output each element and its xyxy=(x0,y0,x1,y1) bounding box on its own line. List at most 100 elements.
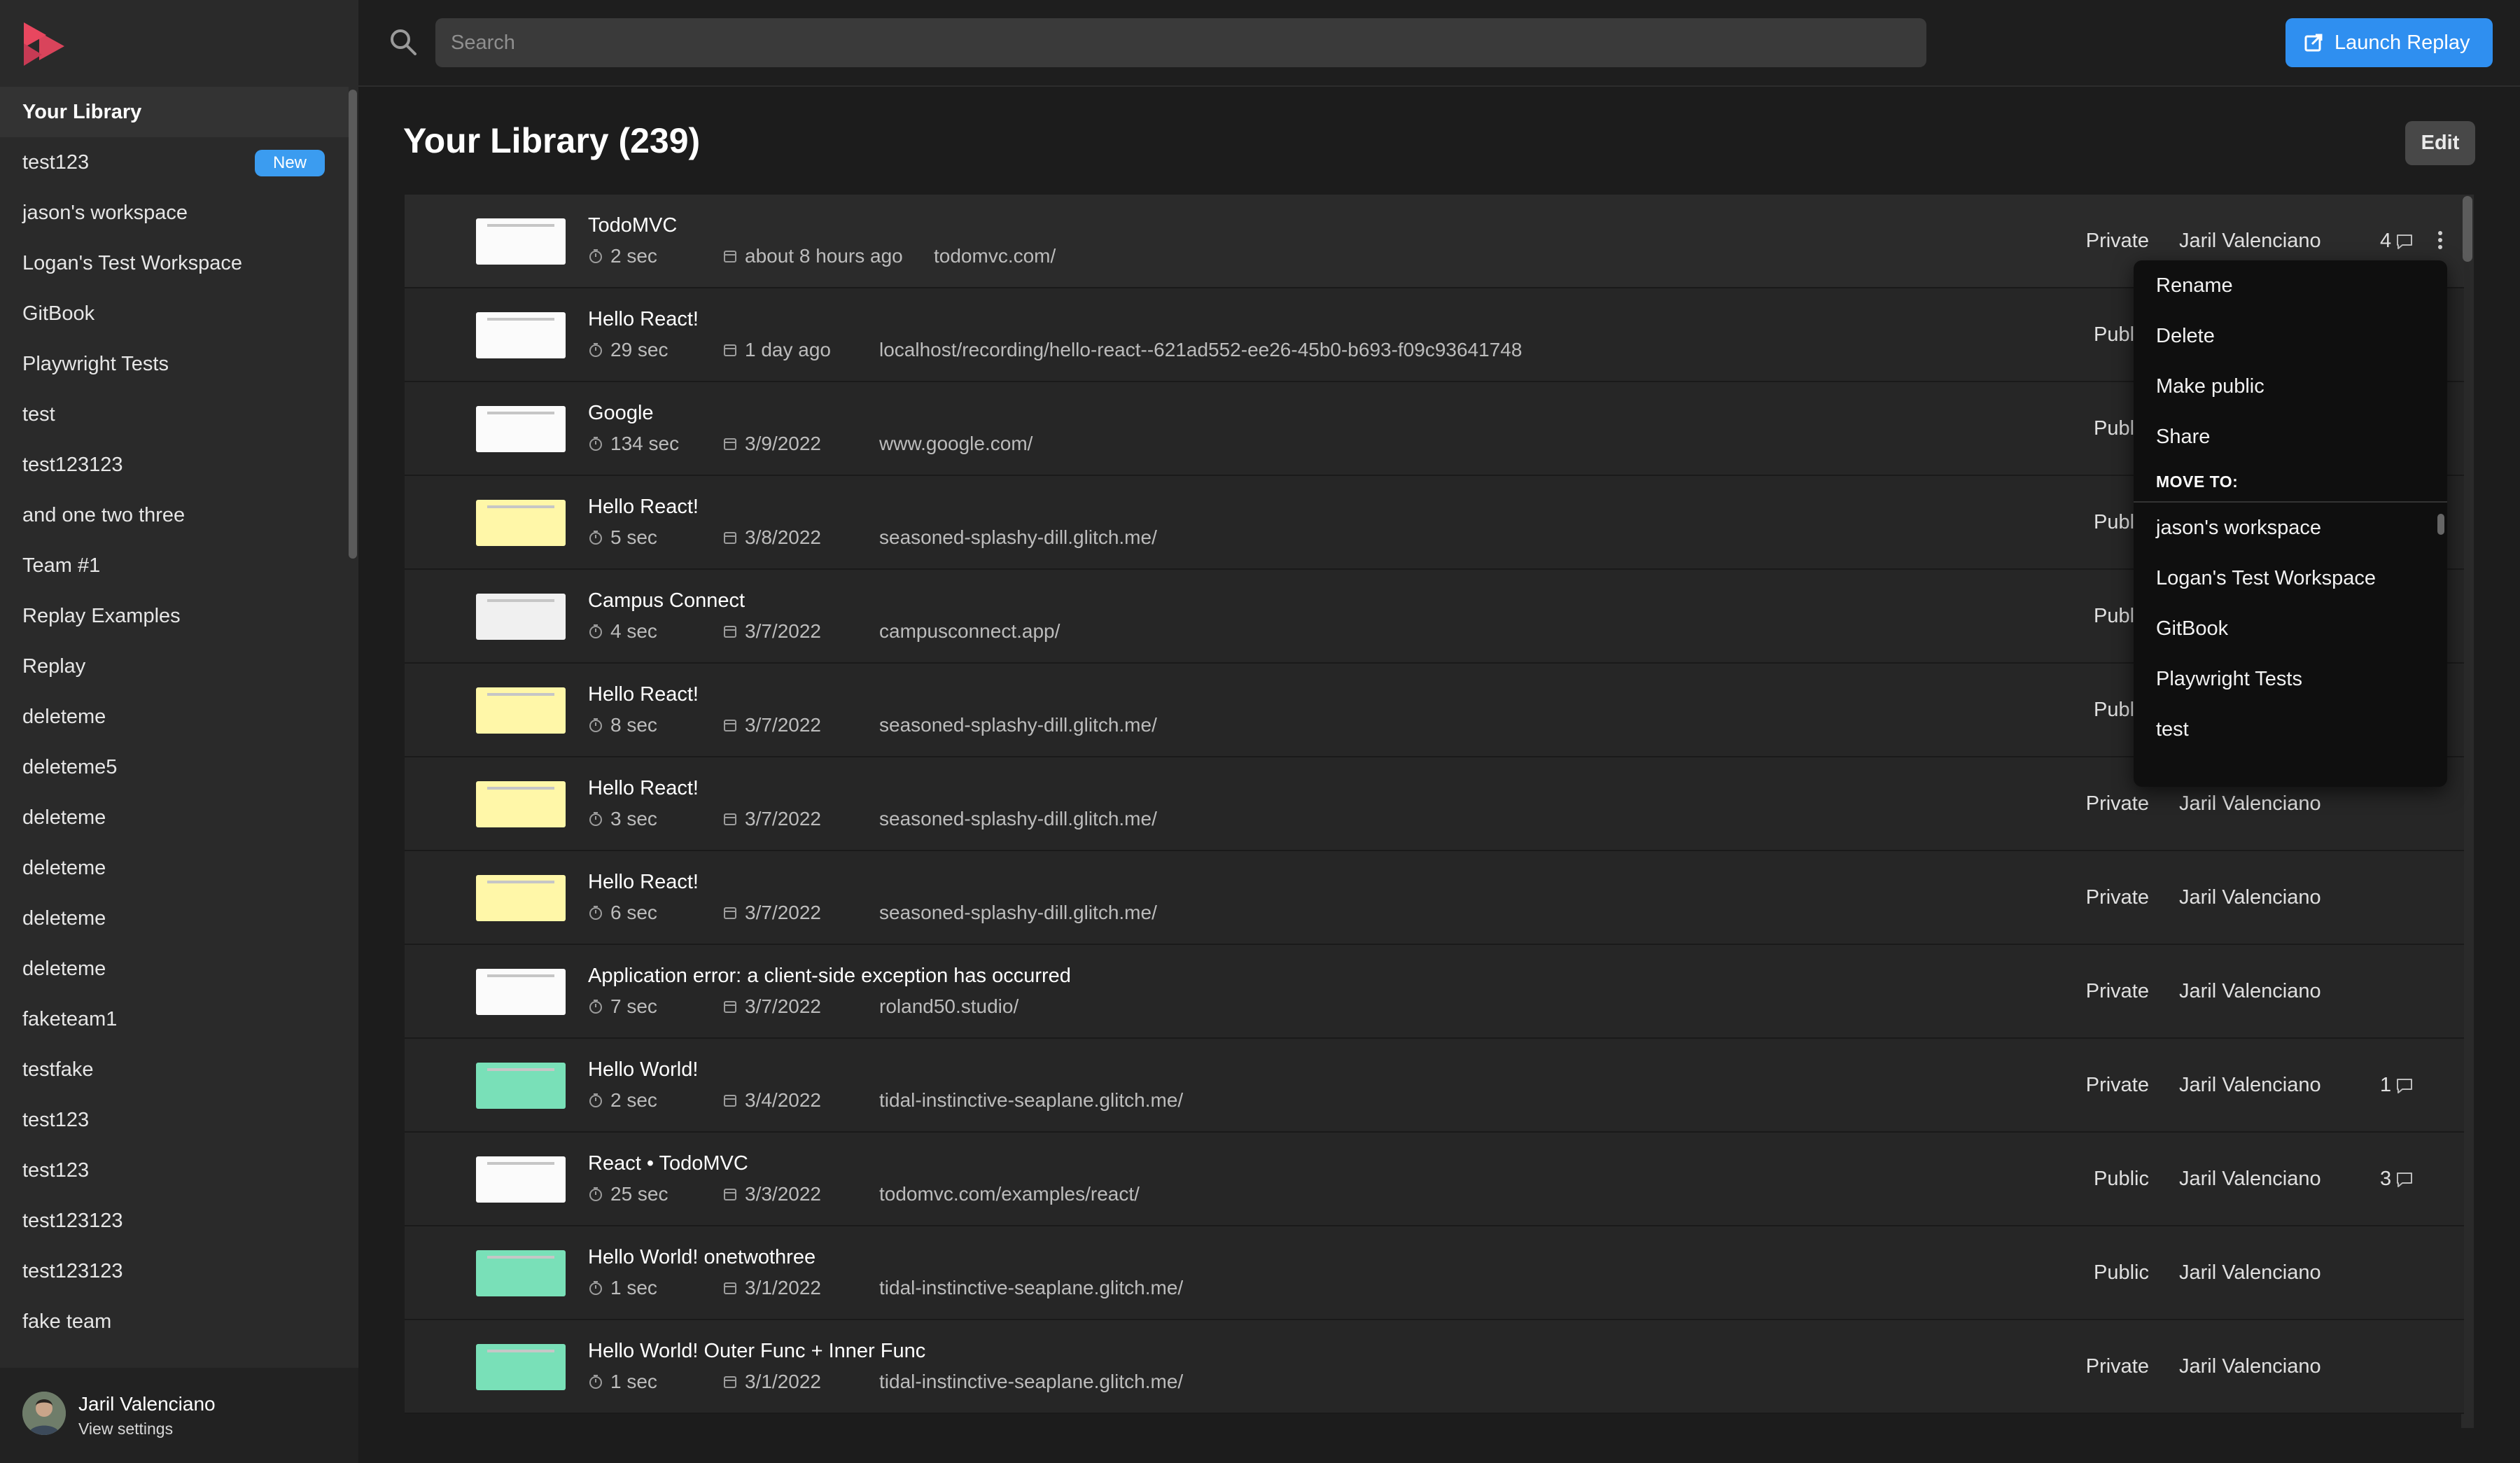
recording-thumbnail xyxy=(476,1063,566,1109)
recording-url: tidal-instinctive-seaplane.glitch.me/ xyxy=(879,1371,1184,1392)
sidebar-item[interactable]: jason's workspace xyxy=(0,188,349,238)
recording-title[interactable]: Hello React! xyxy=(588,871,699,894)
sidebar-item-label: deleteme xyxy=(22,906,106,930)
duration-text: 7 sec xyxy=(610,995,657,1017)
more-options-icon[interactable] xyxy=(2433,228,2447,252)
page-title: Your Library (239) xyxy=(403,121,701,160)
sidebar-item-label: Replay xyxy=(22,654,86,678)
sidebar-item[interactable]: deleteme xyxy=(0,944,349,994)
recording-title[interactable]: Hello React! xyxy=(588,683,699,706)
menu-item-move-target[interactable]: Playwright Tests xyxy=(2134,654,2447,704)
recording-title[interactable]: Campus Connect xyxy=(588,589,745,612)
recording-thumbnail xyxy=(476,875,566,921)
owner-name: Jaril Valenciano xyxy=(2179,1261,2321,1284)
privacy-label: Private xyxy=(2085,1074,2149,1096)
recording-row[interactable]: Application error: a client-side excepti… xyxy=(405,945,2464,1039)
sidebar-item[interactable]: fake team xyxy=(0,1296,349,1347)
sidebar-item-label: test123123 xyxy=(22,1259,123,1282)
sidebar-item-label: and one two three xyxy=(22,503,186,526)
calendar-icon xyxy=(724,1095,736,1107)
recording-url: seasoned-splashy-dill.glitch.me/ xyxy=(879,902,1157,923)
recording-title[interactable]: Google xyxy=(588,402,654,425)
menu-item-action[interactable]: Share xyxy=(2134,412,2447,462)
sidebar-item-label: deleteme5 xyxy=(22,755,118,778)
sidebar-item-label: Your Library xyxy=(22,100,142,123)
recording-row[interactable]: Hello World! onetwothree 1 sec 3/1/2022 tid… xyxy=(405,1226,2464,1320)
sidebar-item[interactable]: test xyxy=(0,389,349,440)
sidebar-nav: Your Library test123 New jason's workspace L… xyxy=(0,87,349,1368)
list-scrollbar[interactable] xyxy=(2463,196,2472,262)
recording-duration: 134 sec xyxy=(588,433,679,455)
recording-title[interactable]: Hello React! xyxy=(588,777,699,800)
sidebar-item[interactable]: test123 New xyxy=(0,137,349,188)
menu-item-action[interactable]: Delete xyxy=(2134,311,2447,361)
user-area[interactable]: Jaril Valenciano View settings xyxy=(0,1368,358,1463)
replay-logo[interactable] xyxy=(21,20,67,69)
sidebar-item[interactable]: deleteme xyxy=(0,843,349,893)
recording-title[interactable]: Application error: a client-side excepti… xyxy=(588,965,1071,988)
sidebar-item[interactable]: Your Library xyxy=(0,87,349,137)
sidebar-item[interactable]: Logan's Test Workspace xyxy=(0,238,349,288)
recording-title[interactable]: React • TodoMVC xyxy=(588,1152,748,1175)
sidebar-scrollbar[interactable] xyxy=(349,90,357,559)
sidebar-item[interactable]: testfake xyxy=(0,1044,349,1095)
recording-duration: 6 sec xyxy=(588,902,657,924)
calendar-icon xyxy=(724,813,736,825)
recording-title[interactable]: Hello World! onetwothree xyxy=(588,1246,816,1269)
date-text: 3/4/2022 xyxy=(745,1089,821,1111)
date-text: 3/1/2022 xyxy=(745,1277,821,1298)
sidebar-item[interactable]: deleteme xyxy=(0,692,349,742)
recording-url: seasoned-splashy-dill.glitch.me/ xyxy=(879,714,1157,736)
menu-item-move-target[interactable]: Logan's Test Workspace xyxy=(2134,553,2447,603)
sidebar-item[interactable]: test123 xyxy=(0,1095,349,1145)
sidebar-item[interactable]: GitBook xyxy=(0,288,349,339)
launch-replay-label: Launch Replay xyxy=(2334,31,2470,54)
menu-item-action[interactable]: Rename xyxy=(2134,260,2447,311)
view-settings-link[interactable]: View settings xyxy=(78,1420,173,1438)
recording-date: 3/8/2022 xyxy=(722,526,821,549)
recording-title[interactable]: Hello World! Outer Func + Inner Func xyxy=(588,1340,925,1363)
comment-icon xyxy=(2397,1078,2413,1093)
recording-date: 3/4/2022 xyxy=(722,1089,821,1112)
comment-count: 1 xyxy=(2380,1074,2414,1097)
sidebar-item-label: Replay Examples xyxy=(22,604,181,627)
sidebar-item[interactable]: Team #1 xyxy=(0,540,349,591)
menu-item-move-target[interactable]: test xyxy=(2134,704,2447,755)
sidebar-item[interactable]: test123123 xyxy=(0,1246,349,1296)
sidebar-item-label: test123 xyxy=(22,1108,90,1131)
sidebar-item[interactable]: deleteme5 xyxy=(0,742,349,792)
sidebar-item[interactable]: faketeam1 xyxy=(0,994,349,1044)
sidebar-item[interactable]: and one two three xyxy=(0,490,349,540)
recording-title[interactable]: TodoMVC xyxy=(588,214,677,237)
sidebar-item-label: test123 xyxy=(22,150,90,174)
launch-replay-button[interactable]: Launch Replay xyxy=(2286,18,2493,67)
recording-thumbnail xyxy=(476,781,566,827)
menu-item-move-target[interactable]: jason's workspace xyxy=(2134,503,2447,553)
search-input[interactable] xyxy=(435,18,1926,67)
clock-icon xyxy=(589,343,602,357)
edit-button[interactable]: Edit xyxy=(2405,121,2475,165)
recording-row[interactable]: Hello World! 2 sec 3/4/2022 tidal-instincti… xyxy=(405,1039,2464,1133)
recording-row[interactable]: Hello World! Outer Func + Inner Func 1 se… xyxy=(405,1320,2464,1414)
recording-row[interactable]: Hello React! 6 sec 3/7/2022 seasoned-splash… xyxy=(405,851,2464,945)
duration-text: 4 sec xyxy=(610,620,657,642)
duration-text: 3 sec xyxy=(610,808,657,830)
menu-item-action[interactable]: Make public xyxy=(2134,361,2447,412)
sidebar-item-label: GitBook xyxy=(22,302,95,325)
sidebar-item[interactable]: Replay xyxy=(0,641,349,692)
owner-name: Jaril Valenciano xyxy=(2179,1074,2321,1096)
recording-row[interactable]: React • TodoMVC 25 sec 3/3/2022 todomvc.com… xyxy=(405,1133,2464,1226)
sidebar-item[interactable]: Playwright Tests xyxy=(0,339,349,389)
sidebar-item[interactable]: Replay Examples xyxy=(0,591,349,641)
sidebar-item[interactable]: test123123 xyxy=(0,1196,349,1246)
sidebar-item[interactable]: test123 xyxy=(0,1145,349,1196)
sidebar-item[interactable]: deleteme xyxy=(0,792,349,843)
sidebar-item[interactable]: deleteme xyxy=(0,893,349,944)
menu-item-move-target[interactable]: GitBook xyxy=(2134,603,2447,654)
sidebar-item-label: fake team xyxy=(22,1310,112,1333)
recording-title[interactable]: Hello React! xyxy=(588,496,699,519)
sidebar-item[interactable]: test123123 xyxy=(0,440,349,490)
recording-title[interactable]: Hello React! xyxy=(588,308,699,331)
recording-title[interactable]: Hello World! xyxy=(588,1058,698,1082)
menu-scrollbar[interactable] xyxy=(2437,514,2444,535)
